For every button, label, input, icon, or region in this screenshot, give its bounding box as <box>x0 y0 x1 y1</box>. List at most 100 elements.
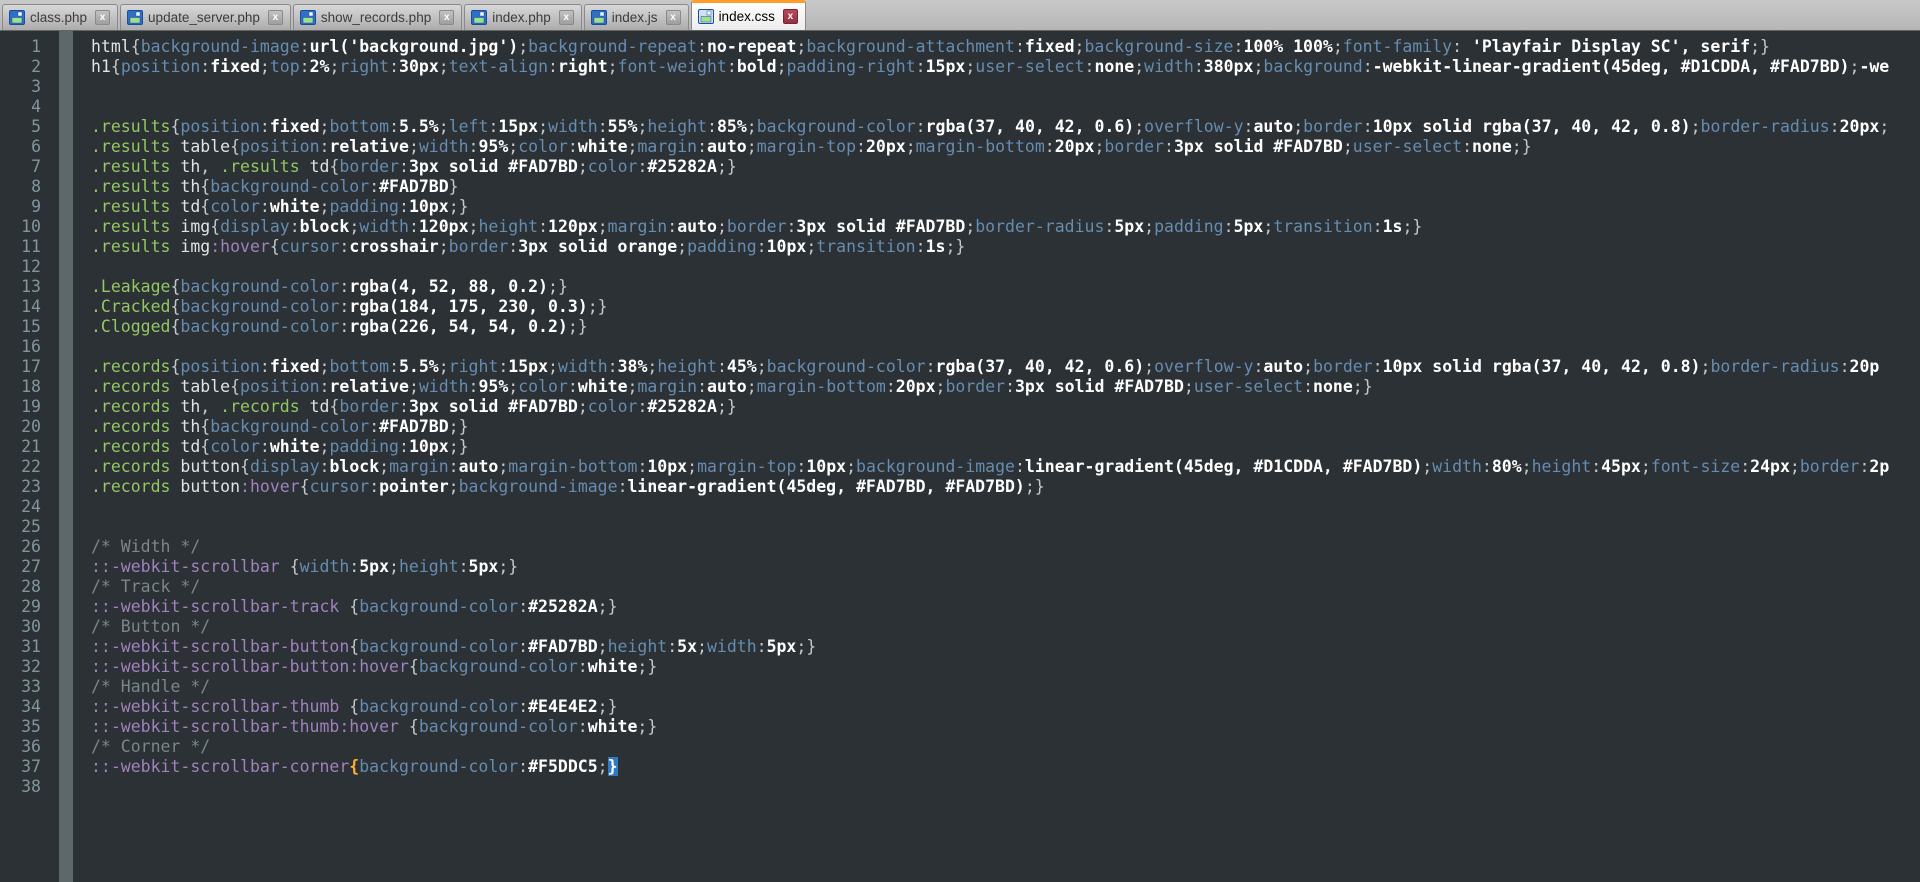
code-line[interactable]: ::-webkit-scrollbar-button:hover{backgro… <box>91 657 1920 677</box>
line-number[interactable]: 32 <box>0 657 50 677</box>
code-line[interactable]: ::-webkit-scrollbar-button{background-co… <box>91 637 1920 657</box>
tab-close-icon[interactable]: x <box>782 9 798 24</box>
code-line[interactable]: /* Track */ <box>91 577 1920 597</box>
code-line[interactable]: .results{position:fixed;bottom:5.5%;left… <box>91 117 1920 137</box>
code-line[interactable]: .records th{background-color:#FAD7BD;} <box>91 417 1920 437</box>
tab-close-icon[interactable]: x <box>95 10 111 25</box>
code-line[interactable]: .Cracked{background-color:rgba(184, 175,… <box>91 297 1920 317</box>
floppy-disk-icon <box>471 10 488 25</box>
code-line[interactable]: /* Button */ <box>91 617 1920 637</box>
line-number[interactable]: 33 <box>0 677 50 697</box>
line-number[interactable]: 18 <box>0 377 50 397</box>
line-number[interactable]: 5 <box>0 117 50 137</box>
code-line[interactable]: .records button{display:block;margin:aut… <box>91 457 1920 477</box>
fold-margin[interactable] <box>59 31 73 882</box>
line-number[interactable]: 3 <box>0 77 50 97</box>
code-line[interactable]: html{background-image:url('background.jp… <box>91 37 1920 57</box>
line-number[interactable]: 6 <box>0 137 50 157</box>
line-number[interactable]: 10 <box>0 217 50 237</box>
line-number[interactable]: 36 <box>0 737 50 757</box>
code-line[interactable]: .records td{color:white;padding:10px;} <box>91 437 1920 457</box>
line-number[interactable]: 4 <box>0 97 50 117</box>
code-line[interactable] <box>91 77 1920 97</box>
line-number[interactable]: 30 <box>0 617 50 637</box>
code-line[interactable]: /* Width */ <box>91 537 1920 557</box>
code-line[interactable]: .records button:hover{cursor:pointer;bac… <box>91 477 1920 497</box>
code-line[interactable]: .Leakage{background-color:rgba(4, 52, 88… <box>91 277 1920 297</box>
line-number[interactable]: 35 <box>0 717 50 737</box>
line-number[interactable]: 17 <box>0 357 50 377</box>
code-line[interactable] <box>91 497 1920 517</box>
gutter-gap <box>50 31 59 882</box>
code-line[interactable]: ::-webkit-scrollbar-corner{background-co… <box>91 757 1920 777</box>
code-line[interactable] <box>91 97 1920 117</box>
line-number[interactable]: 23 <box>0 477 50 497</box>
line-number[interactable]: 22 <box>0 457 50 477</box>
line-number[interactable]: 29 <box>0 597 50 617</box>
tab-label: class.php <box>30 10 88 25</box>
code-line[interactable] <box>91 337 1920 357</box>
floppy-disk-icon <box>127 10 144 25</box>
code-lines[interactable]: html{background-image:url('background.jp… <box>73 31 1920 882</box>
code-line[interactable]: ::-webkit-scrollbar {width:5px;height:5p… <box>91 557 1920 577</box>
line-number[interactable]: 14 <box>0 297 50 317</box>
tab-close-icon[interactable]: x <box>665 10 681 25</box>
gutter: 1 2 3 4 5 6 7 8 9 10 11 12 13 14 15 16 17 18 19 20 21 22 23 24 2… <box>0 31 50 882</box>
code-line[interactable]: h1{position:fixed;top:2%;right:30px;text… <box>91 57 1920 77</box>
code-line[interactable]: /* Corner */ <box>91 737 1920 757</box>
code-line[interactable] <box>91 257 1920 277</box>
tab-show_records.php[interactable]: show_records.php x <box>292 4 463 30</box>
code-line[interactable]: /* Handle */ <box>91 677 1920 697</box>
line-number[interactable]: 28 <box>0 577 50 597</box>
code-line[interactable]: .records table{position:relative;width:9… <box>91 377 1920 397</box>
line-number[interactable]: 8 <box>0 177 50 197</box>
tab-label: index.php <box>492 10 551 25</box>
tab-bar: class.php x update_server.php x show_records… <box>0 0 1920 31</box>
tab-class.php[interactable]: class.php x <box>2 4 119 30</box>
code-line[interactable]: .results img:hover{cursor:crosshair;bord… <box>91 237 1920 257</box>
code-line[interactable]: .Clogged{background-color:rgba(226, 54, … <box>91 317 1920 337</box>
line-number[interactable]: 21 <box>0 437 50 457</box>
code-line[interactable]: .results img{display:block;width:120px;h… <box>91 217 1920 237</box>
line-number[interactable]: 31 <box>0 637 50 657</box>
code-line[interactable] <box>91 517 1920 537</box>
line-number[interactable]: 11 <box>0 237 50 257</box>
line-number[interactable]: 13 <box>0 277 50 297</box>
tab-label: index.css <box>718 9 775 24</box>
line-number[interactable]: 12 <box>0 257 50 277</box>
tab-close-icon[interactable]: x <box>439 10 455 25</box>
line-number[interactable]: 25 <box>0 517 50 537</box>
line-number[interactable]: 24 <box>0 497 50 517</box>
line-number[interactable]: 1 <box>0 37 50 57</box>
code-line[interactable]: .records th, .records td{border:3px soli… <box>91 397 1920 417</box>
line-number[interactable]: 9 <box>0 197 50 217</box>
tab-close-icon[interactable]: x <box>558 10 574 25</box>
code-line[interactable]: .results td{color:white;padding:10px;} <box>91 197 1920 217</box>
tab-label: index.js <box>611 10 658 25</box>
line-number[interactable]: 26 <box>0 537 50 557</box>
code-line[interactable]: ::-webkit-scrollbar-track {background-co… <box>91 597 1920 617</box>
code-line[interactable]: .records{position:fixed;bottom:5.5%;righ… <box>91 357 1920 377</box>
line-number[interactable]: 7 <box>0 157 50 177</box>
line-number[interactable]: 34 <box>0 697 50 717</box>
code-line[interactable]: .results table{position:relative;width:9… <box>91 137 1920 157</box>
line-number[interactable]: 19 <box>0 397 50 417</box>
line-number[interactable]: 16 <box>0 337 50 357</box>
line-number[interactable]: 15 <box>0 317 50 337</box>
line-number[interactable]: 20 <box>0 417 50 437</box>
tab-close-icon[interactable]: x <box>267 10 283 25</box>
line-number[interactable]: 2 <box>0 57 50 77</box>
code-line[interactable]: .results th{background-color:#FAD7BD} <box>91 177 1920 197</box>
line-number[interactable]: 37 <box>0 757 50 777</box>
code-line[interactable]: ::-webkit-scrollbar-thumb:hover {backgro… <box>91 717 1920 737</box>
code-line[interactable] <box>91 777 1920 797</box>
code-line[interactable]: ::-webkit-scrollbar-thumb {background-co… <box>91 697 1920 717</box>
line-number[interactable]: 27 <box>0 557 50 577</box>
tab-index.css[interactable]: index.css x <box>690 0 806 30</box>
code-editor[interactable]: 1 2 3 4 5 6 7 8 9 10 11 12 13 14 15 16 17 18 19 20 21 22 23 24 2… <box>0 31 1920 882</box>
code-line[interactable]: .results th, .results td{border:3px soli… <box>91 157 1920 177</box>
tab-update_server.php[interactable]: update_server.php x <box>120 4 291 30</box>
line-number[interactable]: 38 <box>0 777 50 797</box>
tab-index.php[interactable]: index.php x <box>464 4 582 30</box>
tab-index.js[interactable]: index.js x <box>583 4 689 30</box>
